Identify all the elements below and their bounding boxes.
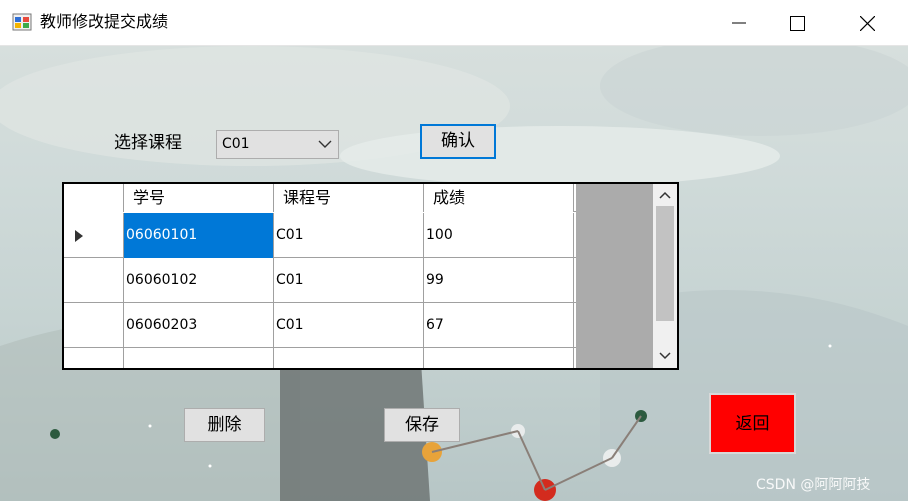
course-dropdown[interactable]: C01 xyxy=(216,130,339,159)
maximize-icon xyxy=(789,15,805,31)
app-icon xyxy=(12,13,32,31)
scroll-down-icon[interactable] xyxy=(659,352,671,360)
row-header[interactable] xyxy=(64,213,124,258)
delete-button[interactable]: 删除 xyxy=(184,408,265,442)
current-row-pointer-icon xyxy=(75,230,83,242)
title-bar: 教师修改提交成绩 xyxy=(0,0,908,46)
grid-cell[interactable]: C01 xyxy=(274,303,424,348)
form-client-area: 选择课程 C01 确认 学号 课程号 成绩 06060101 C01 100 0… xyxy=(0,46,908,501)
grid-cell[interactable]: 67 xyxy=(424,303,574,348)
grid-cell[interactable]: 06060203 xyxy=(124,303,274,348)
grid-cell[interactable] xyxy=(424,348,574,368)
close-button[interactable] xyxy=(844,0,890,46)
column-header-course-id[interactable]: 课程号 xyxy=(274,184,424,212)
row-header-corner xyxy=(64,184,124,212)
scrollbar-thumb[interactable] xyxy=(656,206,674,321)
back-button[interactable]: 返回 xyxy=(709,393,796,454)
save-button[interactable]: 保存 xyxy=(384,408,460,442)
grid-header: 学号 课程号 成绩 xyxy=(64,184,576,212)
row-header[interactable] xyxy=(64,348,124,368)
table-row-partial[interactable] xyxy=(64,348,576,368)
table-row[interactable]: 06060203 C01 67 xyxy=(64,303,576,348)
grid-cell[interactable]: 06060102 xyxy=(124,258,274,303)
row-header[interactable] xyxy=(64,258,124,303)
window-title: 教师修改提交成绩 xyxy=(40,12,169,31)
row-header[interactable] xyxy=(64,303,124,348)
grid-cell[interactable]: 06060101 xyxy=(124,213,274,258)
grid-cell[interactable] xyxy=(274,348,424,368)
table-row[interactable]: 06060101 C01 100 xyxy=(64,213,576,258)
watermark-text: CSDN @阿阿阿技 xyxy=(756,477,871,493)
course-label: 选择课程 xyxy=(114,133,182,153)
grid-cell[interactable]: C01 xyxy=(274,213,424,258)
scroll-up-icon[interactable] xyxy=(659,191,671,199)
minimize-button[interactable] xyxy=(716,0,762,46)
grid-cell[interactable]: 99 xyxy=(424,258,574,303)
grid-cell[interactable] xyxy=(124,348,274,368)
maximize-button[interactable] xyxy=(774,0,820,46)
chevron-down-icon xyxy=(318,140,332,148)
table-row[interactable]: 06060102 C01 99 xyxy=(64,258,576,303)
grid-content: 学号 课程号 成绩 06060101 C01 100 06060102 C01 … xyxy=(64,184,576,368)
vertical-scrollbar[interactable] xyxy=(653,184,677,368)
grid-cell[interactable]: 100 xyxy=(424,213,574,258)
close-icon xyxy=(859,15,875,31)
minimize-icon xyxy=(732,22,746,24)
grid-cell[interactable]: C01 xyxy=(274,258,424,303)
scores-grid[interactable]: 学号 课程号 成绩 06060101 C01 100 06060102 C01 … xyxy=(62,182,679,370)
course-dropdown-value: C01 xyxy=(222,136,250,152)
column-header-score[interactable]: 成绩 xyxy=(424,184,574,212)
column-header-student-id[interactable]: 学号 xyxy=(124,184,274,212)
confirm-button[interactable]: 确认 xyxy=(420,124,496,159)
